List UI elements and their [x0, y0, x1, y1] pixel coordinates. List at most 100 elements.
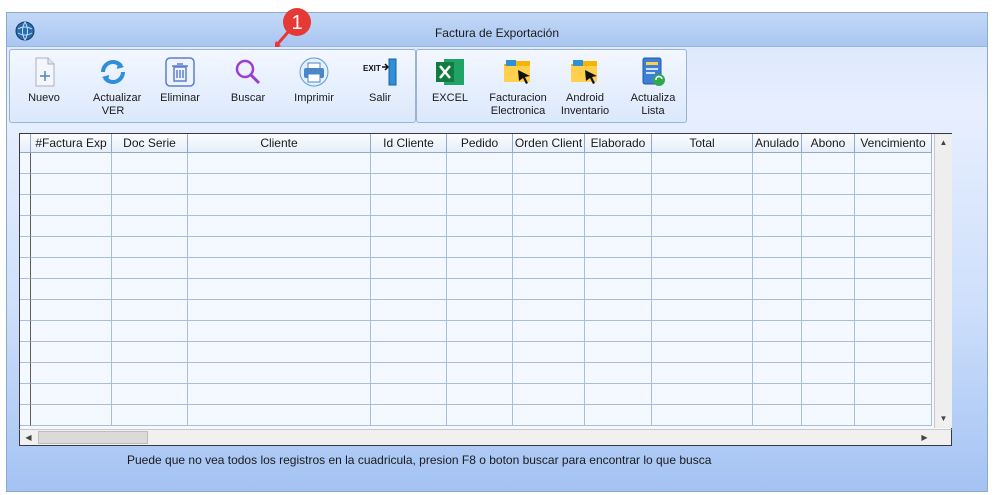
- android-inventario-button[interactable]: Android Inventario: [555, 56, 615, 118]
- table-cell[interactable]: [802, 153, 855, 174]
- table-cell[interactable]: [652, 216, 753, 237]
- table-cell[interactable]: [652, 300, 753, 321]
- actualiza-lista-button[interactable]: Actualiza Lista: [625, 56, 681, 118]
- data-grid[interactable]: #Factura Exp Doc Serie Cliente Id Cliente Pe…: [19, 133, 952, 446]
- table-cell[interactable]: [513, 300, 585, 321]
- column-header[interactable]: #Factura Exp: [31, 134, 112, 153]
- table-cell[interactable]: [855, 216, 932, 237]
- table-cell[interactable]: [112, 195, 188, 216]
- table-cell[interactable]: [447, 237, 513, 258]
- table-cell[interactable]: [802, 321, 855, 342]
- table-cell[interactable]: [371, 258, 447, 279]
- table-cell[interactable]: [802, 279, 855, 300]
- table-row[interactable]: [20, 405, 932, 426]
- table-cell[interactable]: [188, 342, 371, 363]
- table-cell[interactable]: [802, 300, 855, 321]
- table-cell[interactable]: [447, 342, 513, 363]
- table-cell[interactable]: [447, 195, 513, 216]
- table-cell[interactable]: [753, 300, 802, 321]
- table-cell[interactable]: [31, 153, 112, 174]
- table-cell[interactable]: [513, 237, 585, 258]
- table-cell[interactable]: [855, 384, 932, 405]
- row-indicator[interactable]: [20, 216, 31, 237]
- table-cell[interactable]: [112, 363, 188, 384]
- table-cell[interactable]: [112, 216, 188, 237]
- table-cell[interactable]: [585, 153, 652, 174]
- table-cell[interactable]: [188, 237, 371, 258]
- table-cell[interactable]: [112, 405, 188, 426]
- table-cell[interactable]: [753, 258, 802, 279]
- table-cell[interactable]: [112, 153, 188, 174]
- row-indicator[interactable]: [20, 237, 31, 258]
- table-cell[interactable]: [112, 237, 188, 258]
- column-header[interactable]: Anulado: [753, 134, 802, 153]
- table-cell[interactable]: [855, 405, 932, 426]
- table-cell[interactable]: [802, 237, 855, 258]
- table-cell[interactable]: [188, 363, 371, 384]
- table-cell[interactable]: [188, 300, 371, 321]
- row-indicator[interactable]: [20, 195, 31, 216]
- table-cell[interactable]: [753, 363, 802, 384]
- table-row[interactable]: [20, 384, 932, 405]
- table-cell[interactable]: [585, 363, 652, 384]
- table-cell[interactable]: [855, 300, 932, 321]
- table-cell[interactable]: [371, 300, 447, 321]
- table-cell[interactable]: [652, 258, 753, 279]
- nuevo-button[interactable]: Nuevo: [20, 56, 68, 105]
- table-cell[interactable]: [371, 342, 447, 363]
- table-cell[interactable]: [855, 153, 932, 174]
- table-cell[interactable]: [31, 258, 112, 279]
- table-cell[interactable]: [753, 384, 802, 405]
- table-row[interactable]: [20, 300, 932, 321]
- table-cell[interactable]: [802, 174, 855, 195]
- table-cell[interactable]: [855, 174, 932, 195]
- table-cell[interactable]: [31, 405, 112, 426]
- table-cell[interactable]: [447, 384, 513, 405]
- table-cell[interactable]: [585, 300, 652, 321]
- table-cell[interactable]: [652, 321, 753, 342]
- table-cell[interactable]: [585, 258, 652, 279]
- table-cell[interactable]: [447, 174, 513, 195]
- table-cell[interactable]: [112, 258, 188, 279]
- table-row[interactable]: [20, 342, 932, 363]
- table-cell[interactable]: [371, 405, 447, 426]
- table-cell[interactable]: [652, 384, 753, 405]
- row-indicator[interactable]: [20, 342, 31, 363]
- table-cell[interactable]: [652, 174, 753, 195]
- table-cell[interactable]: [371, 237, 447, 258]
- table-cell[interactable]: [585, 216, 652, 237]
- eliminar-button[interactable]: Eliminar: [156, 56, 204, 105]
- scroll-thumb[interactable]: [38, 431, 148, 444]
- table-cell[interactable]: [585, 174, 652, 195]
- table-cell[interactable]: [652, 153, 753, 174]
- table-cell[interactable]: [371, 174, 447, 195]
- facturacion-electronica-button[interactable]: Facturacion Electronica: [485, 56, 551, 118]
- table-cell[interactable]: [31, 342, 112, 363]
- table-cell[interactable]: [188, 321, 371, 342]
- table-cell[interactable]: [371, 384, 447, 405]
- table-cell[interactable]: [855, 342, 932, 363]
- table-cell[interactable]: [447, 258, 513, 279]
- row-indicator[interactable]: [20, 279, 31, 300]
- table-cell[interactable]: [855, 195, 932, 216]
- column-header[interactable]: Total: [652, 134, 753, 153]
- table-cell[interactable]: [112, 174, 188, 195]
- table-cell[interactable]: [585, 384, 652, 405]
- table-cell[interactable]: [513, 342, 585, 363]
- scroll-up-icon[interactable]: ▲: [936, 135, 951, 150]
- table-cell[interactable]: [513, 153, 585, 174]
- scroll-down-icon[interactable]: ▼: [936, 411, 951, 426]
- table-cell[interactable]: [753, 405, 802, 426]
- table-row[interactable]: [20, 258, 932, 279]
- table-cell[interactable]: [188, 405, 371, 426]
- table-cell[interactable]: [188, 216, 371, 237]
- table-cell[interactable]: [31, 384, 112, 405]
- table-cell[interactable]: [753, 279, 802, 300]
- table-cell[interactable]: [188, 153, 371, 174]
- table-cell[interactable]: [112, 321, 188, 342]
- table-cell[interactable]: [652, 342, 753, 363]
- table-cell[interactable]: [513, 321, 585, 342]
- table-cell[interactable]: [112, 279, 188, 300]
- table-row[interactable]: [20, 363, 932, 384]
- table-cell[interactable]: [112, 300, 188, 321]
